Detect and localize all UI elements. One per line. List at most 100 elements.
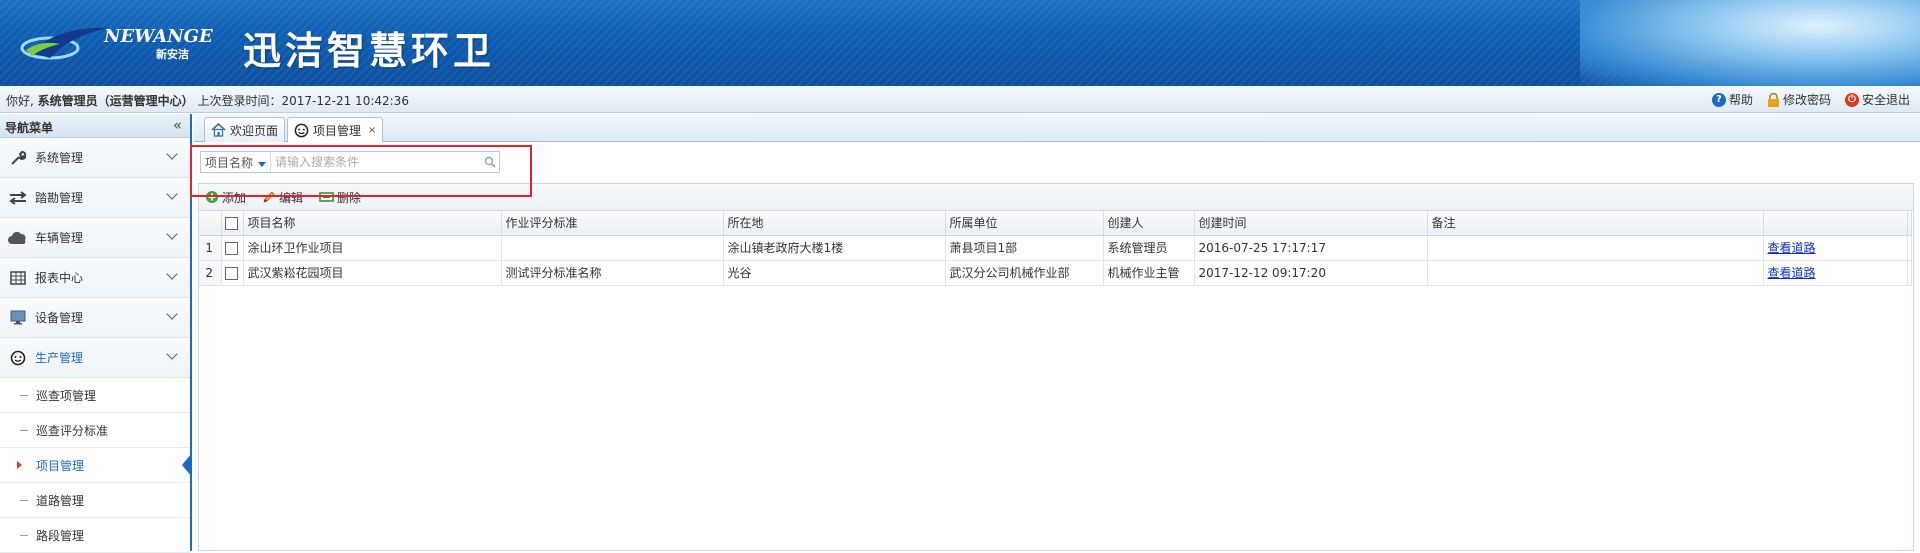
edit-label: 编辑: [279, 190, 304, 205]
edit-button[interactable]: 编辑: [262, 189, 303, 206]
unit-cell: 萧县项目1部: [945, 235, 1104, 261]
chevron-down-icon: [166, 268, 178, 280]
project-table: 项目名称 作业评分标准 所在地 所属单位 创建人 创建时间 备注 1 涂山环卫作…: [199, 211, 1912, 286]
sidebar: 导航菜单 « 系统管理 踏勘管理 车辆管理 报表中心 设备管理 生产管理 巡查项…: [0, 114, 192, 553]
sidebar-item-label: 生产管理: [35, 351, 84, 365]
user-info-bar: 你好, 系统管理员（运营管理中心） 上次登录时间：2017-12-21 10:4…: [0, 86, 1920, 113]
tab-label: 项目管理: [313, 124, 362, 138]
tab-bar: 欢迎页面 项目管理 ×: [194, 114, 1920, 143]
tree-dash: [20, 430, 28, 431]
user-actions: ? 帮助 修改密码 ⏻ 安全退出: [1711, 91, 1910, 108]
row-number-header: [199, 211, 222, 236]
location-cell: 光谷: [723, 260, 946, 286]
sidebar-item-survey[interactable]: 踏勘管理: [0, 178, 190, 218]
view-roads-link[interactable]: 查看道路: [1768, 266, 1816, 280]
change-password-link[interactable]: 修改密码: [1767, 91, 1831, 108]
grid-toolbar: 添加 编辑 删除: [199, 184, 1913, 211]
sidebar-subitem-inspection-items[interactable]: 巡查项管理: [0, 378, 190, 413]
pencil-icon: [263, 191, 275, 203]
column-header[interactable]: 备注: [1427, 211, 1764, 236]
sidebar-subitem-label: 路段管理: [36, 528, 85, 543]
collapse-sidebar-icon[interactable]: «: [173, 116, 182, 134]
lock-icon: [1767, 92, 1779, 107]
sidebar-item-system[interactable]: 系统管理: [0, 138, 190, 178]
monitor-icon: [8, 309, 28, 327]
creator-cell: 系统管理员: [1103, 235, 1195, 261]
scoring-standard-cell: [501, 235, 724, 261]
sidebar-item-vehicles[interactable]: 车辆管理: [0, 218, 190, 258]
column-header: [1763, 211, 1908, 236]
tab-welcome[interactable]: 欢迎页面: [204, 117, 286, 142]
project-name-cell: 涂山环卫作业项目: [243, 235, 502, 261]
sidebar-subitem-label: 道路管理: [36, 493, 85, 508]
power-icon: ⏻: [1844, 92, 1859, 107]
header-banner: NEWANGE 新安洁 迅洁智慧环卫: [0, 0, 1920, 86]
logout-label: 安全退出: [1861, 93, 1910, 107]
arrows-icon: [8, 189, 28, 207]
table-icon: [8, 269, 28, 287]
close-tab-icon[interactable]: ×: [368, 125, 376, 136]
search-box: 项目名称: [200, 151, 500, 173]
add-icon: [206, 191, 218, 203]
add-button[interactable]: 添加: [205, 189, 246, 206]
select-all-checkbox[interactable]: [225, 216, 238, 230]
column-header-filler: [1907, 211, 1912, 236]
chevron-down-icon: [166, 308, 178, 320]
dropdown-arrow-icon: [258, 162, 266, 167]
help-link[interactable]: ? 帮助: [1711, 91, 1753, 108]
search-input[interactable]: [271, 152, 481, 172]
column-header[interactable]: 所属单位: [945, 211, 1104, 236]
column-header[interactable]: 项目名称: [243, 211, 502, 236]
column-header[interactable]: 作业评分标准: [501, 211, 724, 236]
table-row[interactable]: 2 武汉紫崧花园项目 测试评分标准名称 光谷 武汉分公司机械作业部 机械作业主管…: [199, 260, 1912, 286]
row-checkbox[interactable]: [225, 266, 238, 280]
company-logo: NEWANGE 新安洁: [20, 22, 213, 66]
row-checkbox-cell: [221, 260, 244, 286]
sidebar-item-devices[interactable]: 设备管理: [0, 298, 190, 338]
sidebar-item-production[interactable]: 生产管理: [0, 338, 190, 378]
sidebar-title: 导航菜单: [5, 121, 54, 135]
delete-button[interactable]: 删除: [319, 189, 361, 206]
delete-icon: [319, 192, 334, 202]
logout-link[interactable]: ⏻ 安全退出: [1844, 91, 1910, 108]
search-icon[interactable]: [481, 153, 499, 171]
selected-marker-icon: [17, 461, 22, 469]
sidebar-item-label: 踏勘管理: [35, 191, 84, 205]
user-info: 你好, 系统管理员（运营管理中心） 上次登录时间：2017-12-21 10:4…: [6, 92, 409, 109]
column-header[interactable]: 创建时间: [1194, 211, 1428, 236]
active-pointer: [182, 453, 192, 477]
column-header[interactable]: 所在地: [723, 211, 946, 236]
tab-label: 欢迎页面: [230, 123, 279, 138]
row-number: 1: [199, 235, 222, 261]
row-checkbox[interactable]: [225, 241, 238, 255]
created-time-cell: 2017-12-12 09:17:20: [1194, 260, 1428, 286]
wrench-icon: [8, 149, 28, 167]
tree-dash: [20, 535, 28, 536]
cloud-icon: [8, 229, 28, 247]
unit-cell: 武汉分公司机械作业部: [945, 260, 1104, 286]
table-row[interactable]: 1 涂山环卫作业项目 涂山镇老政府大楼1楼 萧县项目1部 系统管理员 2016-…: [199, 235, 1912, 261]
sidebar-subitem-projects[interactable]: 项目管理: [0, 448, 192, 483]
add-label: 添加: [222, 190, 247, 205]
sidebar-subitem-road-sections[interactable]: 路段管理: [0, 518, 190, 553]
sidebar-subitem-scoring-standards[interactable]: 巡查评分标准: [0, 413, 190, 448]
sidebar-item-label: 车辆管理: [35, 231, 84, 245]
tree-dash: [20, 395, 28, 396]
column-header[interactable]: 创建人: [1103, 211, 1195, 236]
chevron-down-icon: [166, 148, 178, 160]
row-number: 2: [199, 260, 222, 286]
logo-swoosh-icon: [20, 27, 108, 60]
brand-name-en: NEWANGE: [104, 26, 213, 47]
remark-cell: [1427, 235, 1764, 261]
current-user: 系统管理员（运营管理中心）: [37, 94, 194, 108]
last-login: 上次登录时间：2017-12-21 10:42:36: [197, 94, 409, 108]
remark-cell: [1427, 260, 1764, 286]
tab-project-management[interactable]: 项目管理 ×: [287, 117, 384, 143]
sidebar-subitem-roads[interactable]: 道路管理: [0, 483, 190, 518]
sidebar-item-reports[interactable]: 报表中心: [0, 258, 190, 298]
sidebar-subitem-label: 项目管理: [36, 458, 85, 473]
search-field-select[interactable]: 项目名称: [201, 152, 271, 172]
sidebar-item-label: 设备管理: [35, 311, 84, 325]
view-roads-link[interactable]: 查看道路: [1768, 241, 1816, 255]
project-grid: 添加 编辑 删除 项目名称 作业评分标准 所在地 所属单位 创建人 创建时间 备…: [198, 183, 1914, 551]
